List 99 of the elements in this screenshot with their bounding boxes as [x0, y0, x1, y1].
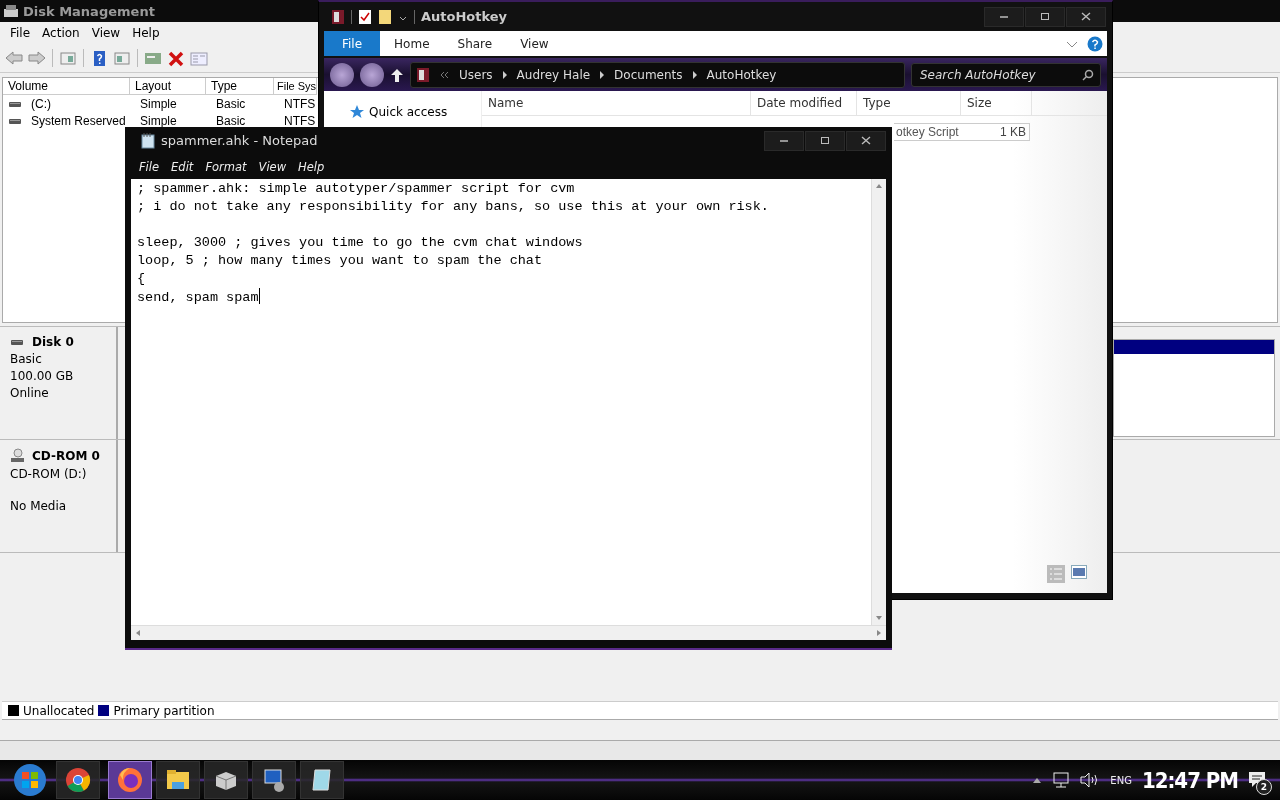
menu-item[interactable]: View [85, 26, 127, 40]
window-title: AutoHotkey [421, 9, 508, 24]
window-title: spammer.ahk - Notepad [161, 133, 318, 148]
menu-item[interactable]: Help [126, 26, 166, 40]
notification-count: 2 [1256, 779, 1272, 795]
text-cursor [258, 288, 260, 304]
large-icons-view-icon[interactable] [1071, 565, 1087, 579]
partition-block[interactable] [1113, 339, 1275, 437]
disk-detail: Basic [10, 352, 43, 366]
window-title: Disk Management [23, 3, 155, 19]
close-icon [1081, 12, 1091, 21]
column-header[interactable]: Date modified [751, 91, 857, 115]
maximize-icon [821, 137, 829, 144]
star-icon [350, 105, 364, 119]
file-row[interactable]: otkey Script 1 KB [894, 123, 1030, 141]
maximize-button[interactable] [1025, 6, 1065, 27]
close-button[interactable] [846, 130, 886, 151]
disk-detail: Online [10, 386, 50, 400]
breadcrumb[interactable]: Documents [614, 67, 683, 82]
table-cell-text: System Reserved [30, 113, 126, 128]
breadcrumb[interactable]: AutoHotkey [706, 67, 777, 82]
ribbon-tab[interactable]: Share [443, 31, 507, 56]
chevron-icon [692, 70, 697, 79]
column-header[interactable]: Size [961, 91, 1032, 115]
history-chevron-icon [439, 69, 449, 80]
ribbon-tab[interactable]: View [506, 31, 563, 56]
disk-management-icon [3, 4, 19, 18]
table-cell-text: (C:) [30, 96, 51, 111]
menu-item[interactable]: Action [36, 26, 86, 40]
back-icon [5, 49, 23, 67]
disk-name: CD-ROM 0 [32, 449, 100, 463]
pane-icon [113, 49, 131, 67]
close-button[interactable] [1066, 6, 1106, 27]
table-cell-text: Simple [139, 113, 177, 128]
windows-logo-icon [13, 763, 47, 797]
monitor-icon [261, 767, 287, 793]
taskbar-button[interactable] [252, 761, 296, 799]
close-icon [861, 136, 871, 145]
menu-item[interactable]: File [4, 26, 37, 40]
column-header[interactable]: File Sys [274, 78, 317, 95]
column-header[interactable]: Volume [3, 78, 130, 95]
disk-detail: CD-ROM (D:) [10, 467, 88, 481]
forward-button[interactable] [360, 62, 384, 87]
column-header[interactable]: Layout [130, 78, 206, 95]
app-icon [331, 8, 345, 25]
legend-label: Primary partition [113, 703, 215, 718]
ribbon-tab[interactable]: Home [380, 31, 444, 56]
disk-detail: 100.00 GB [10, 369, 75, 383]
nav-item[interactable]: Quick access [369, 105, 448, 119]
taskbar-button[interactable] [204, 761, 248, 799]
help-icon[interactable] [1087, 35, 1103, 52]
app-icon [417, 67, 429, 82]
up-arrow-icon[interactable] [390, 66, 404, 83]
column-header[interactable]: Type [206, 78, 274, 95]
breadcrumb[interactable]: Users [459, 67, 493, 82]
menu-item[interactable]: View [252, 160, 293, 174]
taskbar-button[interactable] [300, 761, 344, 799]
language-indicator[interactable]: ENG [1110, 774, 1132, 786]
chevron-icon [502, 70, 507, 79]
menu-item[interactable]: File [133, 160, 166, 174]
ribbon-tab[interactable]: File [324, 31, 381, 56]
menu-item[interactable]: Format [199, 160, 253, 174]
column-header[interactable]: Type [857, 91, 961, 115]
column-header[interactable]: Name [482, 91, 751, 115]
pane-icon [59, 49, 77, 67]
legend-label: Unallocated [23, 703, 95, 718]
show-hidden-icons-icon[interactable] [1032, 776, 1043, 784]
disk-detail: No Media [10, 499, 68, 513]
browser-icon [65, 767, 91, 793]
disk-name: Disk 0 [32, 335, 74, 349]
menu-item[interactable]: Help [292, 160, 331, 174]
breadcrumb[interactable]: Audrey Hale [516, 67, 591, 82]
network-icon[interactable] [1052, 772, 1071, 788]
table-cell-text: Basic [215, 96, 246, 111]
clock[interactable]: 12:47 PM [1141, 767, 1238, 793]
minimize-icon [999, 15, 1009, 18]
search-icon [1082, 68, 1094, 81]
table-cell-text: Simple [139, 96, 177, 111]
table-cell-text: NTFS [283, 113, 316, 128]
minimize-icon [779, 139, 789, 142]
browser-icon [117, 767, 143, 793]
delete-icon [167, 49, 185, 67]
properties-icon[interactable] [358, 8, 372, 25]
forward-icon [28, 49, 46, 67]
menu-item[interactable]: Edit [165, 160, 200, 174]
table-cell-text: Basic [215, 113, 246, 128]
table-cell-text: NTFS [283, 96, 316, 111]
notepad-icon [141, 132, 155, 149]
chevron-icon [600, 70, 605, 79]
drive-icon [10, 337, 24, 347]
search-field[interactable]: Search AutoHotkey [911, 62, 1101, 87]
taskbar-button[interactable] [156, 761, 200, 799]
maximize-icon [1041, 13, 1049, 20]
taskbar-button[interactable] [56, 761, 100, 799]
folder-icon[interactable] [378, 8, 392, 25]
cd-drive-icon [10, 448, 24, 464]
back-button[interactable] [330, 62, 354, 87]
properties-icon [190, 49, 208, 67]
maximize-button[interactable] [805, 130, 845, 151]
